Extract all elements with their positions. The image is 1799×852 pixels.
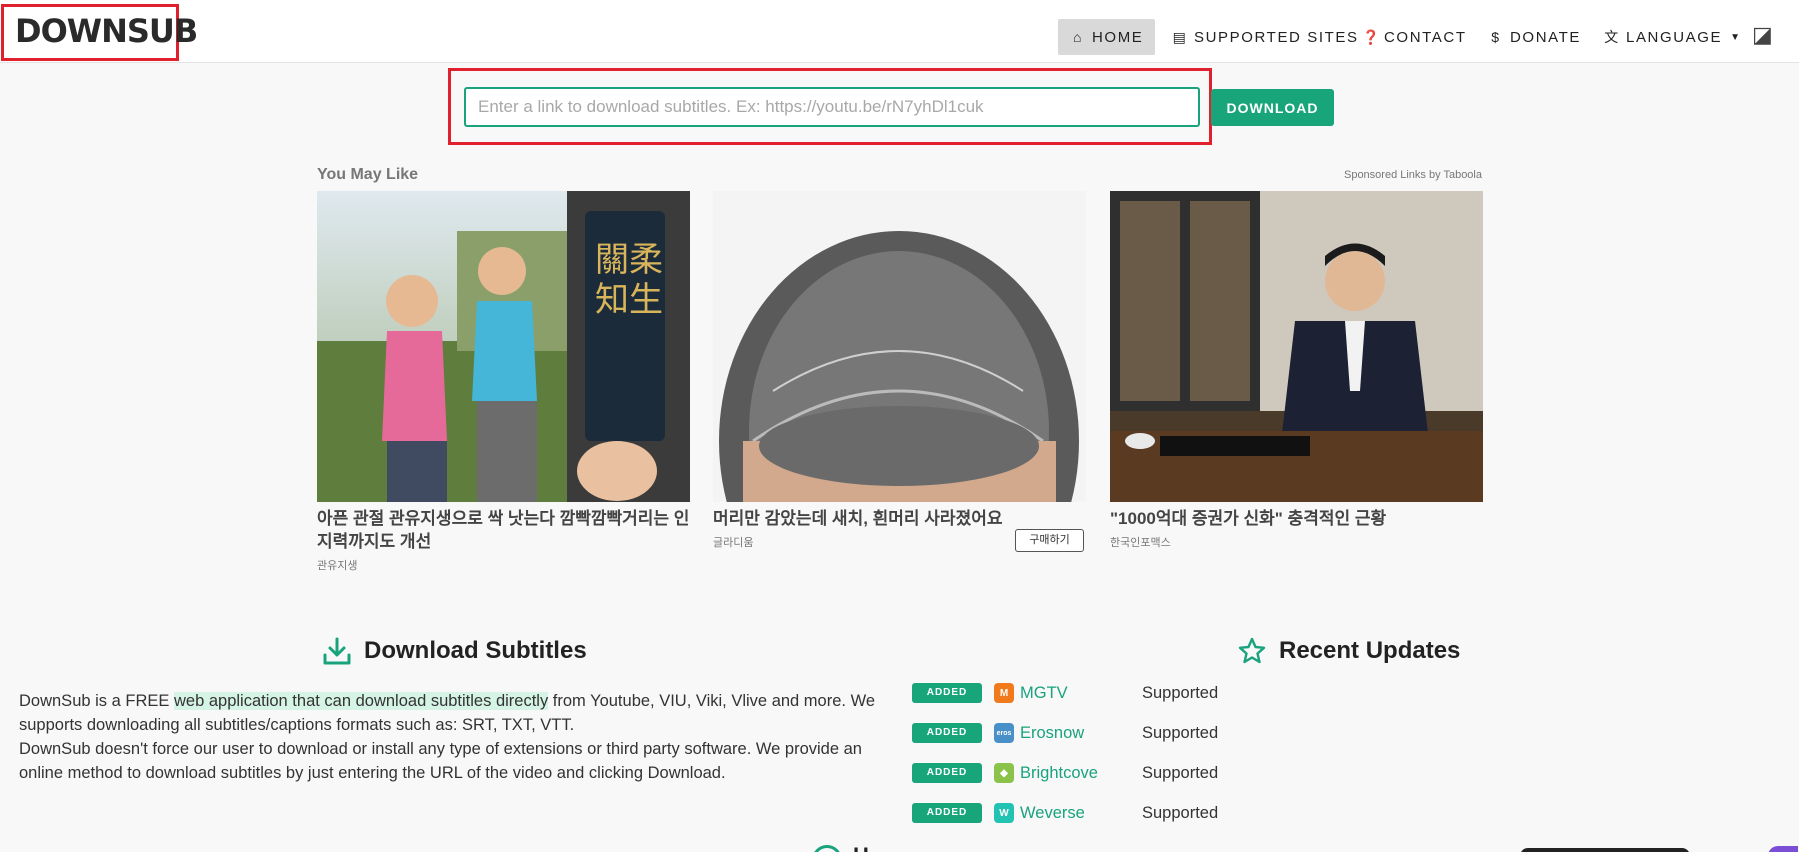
url-input[interactable] — [464, 87, 1200, 127]
ad-buy-button[interactable]: 구매하기 — [1015, 529, 1084, 552]
site-link-weverse[interactable]: Weverse — [1020, 804, 1142, 823]
question-icon: ❓ — [1362, 28, 1382, 45]
nav-donate-label: DONATE — [1510, 28, 1581, 46]
nav-contact-label: CONTACT — [1384, 28, 1467, 46]
weverse-icon: W — [994, 803, 1014, 823]
recent-updates-title: Recent Updates — [1279, 637, 1461, 664]
dollar-icon: $ — [1491, 29, 1501, 45]
erosnow-icon: eros — [994, 723, 1014, 743]
translate-icon: 文 — [1604, 29, 1620, 45]
ads-sponsor[interactable]: Sponsored Links by Taboola — [1290, 169, 1482, 181]
site-status: Supported — [1142, 723, 1219, 742]
site-link-brightcove[interactable]: Brightcove — [1020, 764, 1142, 783]
ad-image-seniors: 關柔 知生 — [317, 191, 690, 502]
update-row: ADDED M MGTV Supported — [912, 681, 1218, 705]
nav-donate[interactable]: $ DONATE — [1476, 19, 1593, 55]
update-row: ADDED ◆ Brightcove Supported — [912, 761, 1218, 785]
nav-home-label: HOME — [1092, 28, 1144, 46]
svg-text:知生: 知生 — [595, 280, 663, 320]
ad-headline-1: 아픈 관절 관유지생으로 싹 낫는다 깜빡깜빡거리는 인지력까지도 개선 — [317, 509, 690, 551]
ad-headline-2: 머리만 감았는데 새치, 흰머리 사라졌어요 — [713, 509, 1003, 528]
svg-text:關柔: 關柔 — [595, 240, 663, 280]
star-icon — [1238, 637, 1266, 664]
nav-contact[interactable]: ❓ CONTACT — [1350, 19, 1479, 55]
ad-source-1: 관유지생 — [317, 560, 358, 572]
download-subtitles-heading: Download Subtitles — [322, 636, 587, 666]
ad-card-3[interactable]: "1000억대 증권가 신화" 충격적인 근황 한국인포맥스 — [1110, 191, 1483, 550]
nav-language-label: LANGUAGE — [1626, 28, 1723, 46]
floating-widget[interactable] — [1520, 848, 1690, 852]
site-status: Supported — [1142, 763, 1219, 782]
ad-image-hair — [713, 191, 1086, 502]
nav-supported-sites-label: SUPPORTED SITES — [1194, 28, 1359, 46]
ad-card-2[interactable]: 머리만 감았는데 새치, 흰머리 사라졌어요 글라디움 구매하기 — [713, 191, 1086, 552]
site-status: Supported — [1142, 683, 1219, 702]
ad-headline-3: "1000억대 증권가 신화" 충격적인 근황 — [1110, 509, 1387, 528]
download-description: DownSub is a FREE web application that c… — [19, 689, 881, 785]
downsub-logo[interactable]: DOWNSUB — [15, 12, 198, 50]
update-row: ADDED eros Erosnow Supported — [912, 721, 1218, 745]
download-button[interactable]: DOWNLOAD — [1211, 89, 1334, 126]
added-badge: ADDED — [912, 723, 982, 743]
partial-heading: H — [853, 843, 869, 852]
site-status: Supported — [1142, 803, 1219, 822]
desc-text-3: DownSub doesn't force our user to downlo… — [19, 740, 862, 782]
site-link-mgtv[interactable]: MGTV — [1020, 684, 1142, 703]
section-icon — [812, 845, 842, 852]
mgtv-icon: M — [994, 683, 1014, 703]
download-subtitles-title: Download Subtitles — [364, 637, 587, 664]
update-row: ADDED W Weverse Supported — [912, 801, 1218, 825]
desc-text-1: DownSub is a FREE — [19, 692, 174, 710]
nav-home[interactable]: ⌂ HOME — [1058, 19, 1156, 55]
nav-supported-sites[interactable]: ▤ SUPPORTED SITES — [1160, 19, 1371, 55]
ads-title: You May Like — [317, 166, 419, 183]
ad-card-1[interactable]: 關柔 知生 아픈 관절 관유지생으로 싹 낫는다 깜빡깜빡거리는 인지력까지도 … — [317, 191, 690, 573]
theme-toggle-icon[interactable]: ◪ — [1752, 22, 1773, 48]
ad-image-businessman — [1110, 191, 1483, 502]
added-badge: ADDED — [912, 763, 982, 783]
download-icon — [323, 637, 351, 665]
top-navbar: DOWNSUB ⌂ HOME ▤ SUPPORTED SITES ❓ CONTA… — [0, 0, 1799, 63]
list-icon: ▤ — [1172, 28, 1188, 45]
nav-language[interactable]: 文 LANGUAGE ▼ — [1592, 19, 1754, 55]
chevron-down-icon: ▼ — [1730, 31, 1742, 43]
ad-source-3: 한국인포맥스 — [1110, 537, 1171, 549]
added-badge: ADDED — [912, 683, 982, 703]
brightcove-icon: ◆ — [994, 763, 1014, 783]
site-link-erosnow[interactable]: Erosnow — [1020, 724, 1142, 743]
recent-updates-heading: Recent Updates — [1237, 636, 1460, 666]
desc-highlight: web application that can download subtit… — [173, 692, 549, 710]
chat-bubble-icon[interactable] — [1768, 846, 1798, 852]
home-icon: ⌂ — [1072, 29, 1084, 45]
added-badge: ADDED — [912, 803, 982, 823]
